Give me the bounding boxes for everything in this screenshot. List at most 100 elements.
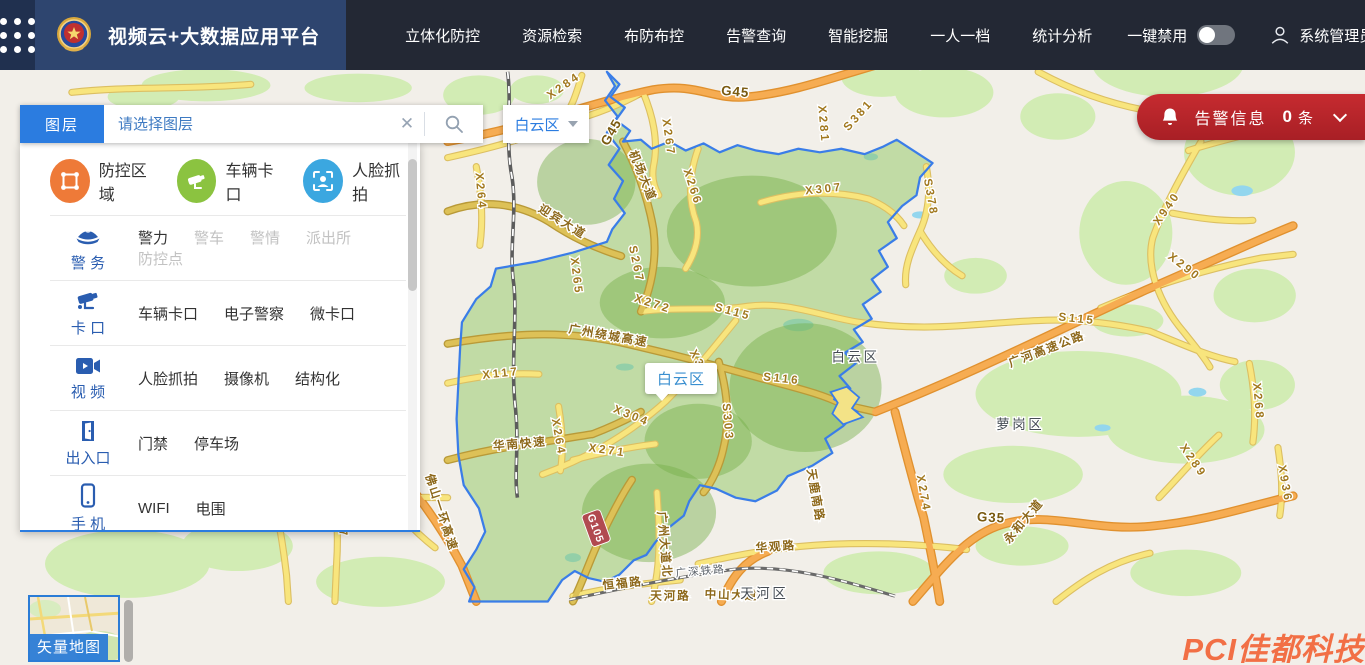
category-row-video: 视 频 人脸抓拍 摄像机 结构化 xyxy=(50,345,406,410)
layer-item-electronic-police[interactable]: 电子警察 xyxy=(224,303,284,324)
layer-item-police-force[interactable]: 警力 xyxy=(138,227,168,248)
vehicle-checkpoint-icon xyxy=(177,159,217,203)
one-key-disable-group: 一键禁用 xyxy=(1127,25,1235,46)
category-row-police: 警 务 警力 警车 警情 派出所 防控点 xyxy=(50,215,406,280)
layer-panel: 防控区域 车辆卡口 人脸抓拍 xyxy=(20,143,420,532)
category-label: 手 机 xyxy=(71,513,105,533)
category-row-entrance: 出入口 门禁 停车场 xyxy=(50,410,406,475)
layer-item-micro-checkpoint[interactable]: 微卡口 xyxy=(310,303,355,324)
quick-layer-label: 人脸抓拍 xyxy=(352,157,410,205)
category-items: WIFI 电围 xyxy=(126,498,252,519)
brand-area: 视频云+大数据应用平台 xyxy=(35,0,346,70)
district-tooltip[interactable]: 白云区 xyxy=(645,363,717,394)
nav-item-alarm-query[interactable]: 告警查询 xyxy=(705,25,807,46)
category-items: 门禁 停车场 xyxy=(126,433,265,454)
door-icon xyxy=(76,419,100,443)
category-phone[interactable]: 手 机 xyxy=(50,483,126,533)
layer-item-police-station[interactable]: 派出所 xyxy=(306,227,351,248)
defense-area-icon xyxy=(50,159,90,203)
alarm-info-label: 告警信息 xyxy=(1195,105,1267,129)
quick-layer-label: 防控区域 xyxy=(99,157,157,205)
nav-item-one-person-one-file[interactable]: 一人一档 xyxy=(909,25,1011,46)
top-header: 视频云+大数据应用平台 立体化防控 资源检索 布防布控 告警查询 智能挖掘 一人… xyxy=(0,0,1365,70)
police-cap-icon xyxy=(74,224,102,248)
cctv-camera-icon xyxy=(74,289,102,313)
header-right-tools: 一键禁用 系统管理员 xyxy=(1113,24,1365,46)
district-tooltip-label: 白云区 xyxy=(657,371,705,388)
map-canvas[interactable]: G105 X284 G45 G45 X283 X267 X266 X281 S3… xyxy=(0,70,1365,665)
nav-item-deployment-control[interactable]: 布防布控 xyxy=(603,25,705,46)
alarm-collapse-chevron-icon[interactable] xyxy=(1333,108,1347,122)
svg-text:白云区: 白云区 xyxy=(831,350,879,365)
alarm-count: 0 xyxy=(1283,107,1292,127)
layer-search-input[interactable] xyxy=(104,105,390,143)
user-name: 系统管理员 xyxy=(1299,25,1365,46)
main-nav: 立体化防控 资源检索 布防布控 告警查询 智能挖掘 一人一档 统计分析 一键禁用… xyxy=(346,0,1365,70)
category-video[interactable]: 视 频 xyxy=(50,355,126,402)
app-title: 视频云+大数据应用平台 xyxy=(108,22,320,49)
layer-item-access-control[interactable]: 门禁 xyxy=(138,433,168,454)
nav-item-stereo-defense[interactable]: 立体化防控 xyxy=(384,25,501,46)
layer-item-camera[interactable]: 摄像机 xyxy=(224,368,269,389)
layer-search-bar: 图层 ✕ xyxy=(20,105,483,143)
category-entrance[interactable]: 出入口 xyxy=(50,419,126,468)
one-key-disable-toggle[interactable] xyxy=(1197,25,1235,45)
nav-item-smart-mining[interactable]: 智能挖掘 xyxy=(807,25,909,46)
minimap[interactable]: 矢量地图 xyxy=(28,595,120,662)
category-row-checkpoint: 卡 口 车辆卡口 电子警察 微卡口 xyxy=(50,280,406,345)
face-capture-icon xyxy=(303,159,343,203)
layer-item-police-incident[interactable]: 警情 xyxy=(250,227,280,248)
search-icon xyxy=(444,114,464,134)
tab-layers[interactable]: 图层 xyxy=(20,105,104,143)
app-grid-menu-button[interactable] xyxy=(0,0,35,70)
video-camera-icon xyxy=(74,355,102,377)
nav-item-statistics[interactable]: 统计分析 xyxy=(1011,25,1113,46)
layer-item-face-capture[interactable]: 人脸抓拍 xyxy=(138,368,198,389)
map-zoom-slider[interactable] xyxy=(124,600,133,662)
svg-text:G35: G35 xyxy=(977,509,1006,525)
category-label: 警 务 xyxy=(71,252,105,273)
category-police[interactable]: 警 务 xyxy=(50,224,126,273)
user-icon xyxy=(1269,24,1291,46)
category-row-phone: 手 机 WIFI 电围 xyxy=(50,475,406,532)
layer-item-wifi[interactable]: WIFI xyxy=(138,500,170,517)
search-button[interactable] xyxy=(425,105,483,143)
district-selector-dropdown[interactable]: 白云区 xyxy=(503,105,589,143)
quick-layer-face-capture[interactable]: 人脸抓拍 xyxy=(303,157,410,205)
layer-item-imsi-fence[interactable]: 电围 xyxy=(196,498,226,519)
category-label: 卡 口 xyxy=(71,317,105,338)
svg-text:G45: G45 xyxy=(721,83,750,100)
layer-item-police-car[interactable]: 警车 xyxy=(194,227,224,248)
svg-text:天河路: 天河路 xyxy=(650,589,690,603)
layer-item-control-point[interactable]: 防控点 xyxy=(138,248,183,269)
svg-text:天河区: 天河区 xyxy=(740,586,788,601)
user-account-button[interactable]: 系统管理员 xyxy=(1269,24,1365,46)
panel-scrollbar-thumb[interactable] xyxy=(408,159,417,291)
alarm-info-banner[interactable]: 告警信息 0 条 xyxy=(1137,94,1365,140)
category-items: 人脸抓拍 摄像机 结构化 xyxy=(126,368,366,389)
quick-layer-vehicle-checkpoint[interactable]: 车辆卡口 xyxy=(177,157,284,205)
clear-search-icon[interactable]: ✕ xyxy=(390,105,424,143)
nav-item-resource-search[interactable]: 资源检索 xyxy=(501,25,603,46)
one-key-disable-label: 一键禁用 xyxy=(1127,25,1187,46)
category-items: 警力 警车 警情 派出所 防控点 xyxy=(126,227,406,269)
layer-item-structured[interactable]: 结构化 xyxy=(295,368,340,389)
svg-text:华观路: 华观路 xyxy=(755,538,796,555)
category-label: 出入口 xyxy=(65,447,110,468)
category-items: 车辆卡口 电子警察 微卡口 xyxy=(126,303,381,324)
minimap-label: 矢量地图 xyxy=(30,634,108,660)
layer-item-vehicle-checkpoint[interactable]: 车辆卡口 xyxy=(138,303,198,324)
category-label: 视 频 xyxy=(71,381,105,402)
vendor-watermark: PCI佳都科技 xyxy=(1182,624,1365,665)
category-checkpoint[interactable]: 卡 口 xyxy=(50,289,126,338)
svg-text:萝岗区: 萝岗区 xyxy=(996,417,1044,432)
quick-layer-label: 车辆卡口 xyxy=(225,157,283,205)
alarm-count-unit: 条 xyxy=(1298,107,1313,128)
bell-icon xyxy=(1161,107,1179,127)
quick-layer-defense-area[interactable]: 防控区域 xyxy=(50,157,157,205)
chevron-down-icon xyxy=(568,121,578,127)
grid-menu-icon xyxy=(0,18,35,53)
layer-item-parking-lot[interactable]: 停车场 xyxy=(194,433,239,454)
phone-icon xyxy=(77,483,99,509)
toggle-knob xyxy=(1199,27,1215,43)
